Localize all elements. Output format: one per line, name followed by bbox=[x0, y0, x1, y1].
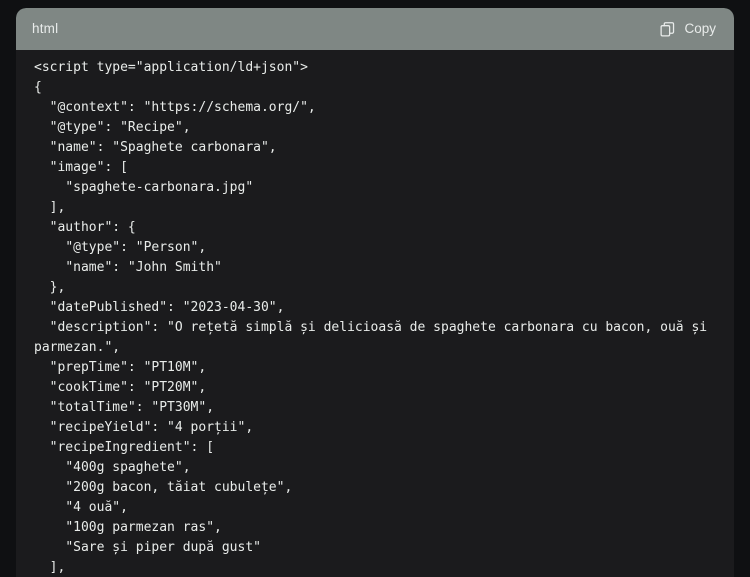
code-line: "Sare și piper după gust" bbox=[34, 540, 261, 555]
code-line: "cookTime": "PT20M", bbox=[34, 380, 207, 395]
code-language-label: html bbox=[32, 21, 59, 37]
code-line: "name": "Spaghete carbonara", bbox=[34, 140, 277, 155]
code-line: "name": "John Smith" bbox=[34, 260, 222, 275]
code-line: "recipeYield": "4 porții", bbox=[34, 420, 254, 435]
code-line: ], bbox=[34, 200, 66, 215]
code-block: html Copy <script type="application/ld+j… bbox=[16, 8, 734, 577]
code-line: "image": [ bbox=[34, 160, 128, 175]
code-line: "author": { bbox=[34, 220, 136, 235]
code-lines: <script type="application/ld+json"> { "@c… bbox=[20, 58, 724, 577]
code-content: <script type="application/ld+json"> { "@c… bbox=[16, 58, 734, 577]
copy-button[interactable]: Copy bbox=[655, 17, 720, 42]
code-line: "100g parmezan ras", bbox=[34, 520, 222, 535]
code-line: "prepTime": "PT10M", bbox=[34, 360, 207, 375]
code-line: }, bbox=[34, 280, 66, 295]
copy-button-label: Copy bbox=[684, 21, 716, 37]
code-line: "200g bacon, tăiat cubulețe", bbox=[34, 480, 293, 495]
code-line: "totalTime": "PT30M", bbox=[34, 400, 215, 415]
code-line: { bbox=[34, 80, 42, 95]
code-line: "@type": "Person", bbox=[34, 240, 207, 255]
code-line: "spaghete-carbonara.jpg" bbox=[34, 180, 254, 195]
code-line: "400g spaghete", bbox=[34, 460, 191, 475]
copy-icon bbox=[659, 21, 676, 38]
code-line: "datePublished": "2023-04-30", bbox=[34, 300, 285, 315]
page-root: html Copy <script type="application/ld+j… bbox=[0, 0, 750, 577]
code-line: "@type": "Recipe", bbox=[34, 120, 191, 135]
code-line: "4 ouă", bbox=[34, 500, 128, 515]
code-line: "recipeIngredient": [ bbox=[34, 440, 215, 455]
code-line: "@context": "https://schema.org/", bbox=[34, 100, 316, 115]
code-line: "description": "O rețetă simplă și delic… bbox=[34, 320, 715, 355]
code-body[interactable]: <script type="application/ld+json"> { "@c… bbox=[16, 50, 734, 577]
code-line: <script type="application/ld+json"> bbox=[34, 60, 308, 75]
code-block-header: html Copy bbox=[16, 8, 734, 50]
code-line: ], bbox=[34, 560, 66, 575]
